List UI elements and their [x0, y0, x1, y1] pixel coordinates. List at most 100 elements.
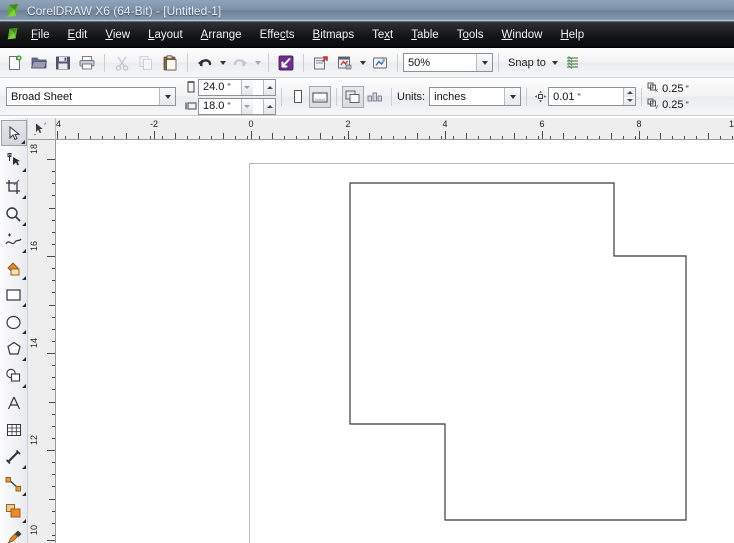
- menu-item-arrange[interactable]: Arrange: [192, 25, 251, 45]
- all-pages-icon[interactable]: [342, 85, 364, 108]
- flyout-arrow-icon[interactable]: [21, 465, 26, 469]
- duplicate-distance-y-value[interactable]: 0.25: [662, 99, 683, 111]
- ruler-label: -2: [149, 119, 159, 129]
- drawing-canvas[interactable]: [56, 140, 734, 543]
- chevron-down-icon[interactable]: [159, 88, 175, 105]
- chevron-down-icon[interactable]: [504, 88, 521, 105]
- table-tool[interactable]: [1, 417, 27, 443]
- menu-item-effects[interactable]: Effects: [251, 25, 304, 45]
- zoom-tool[interactable]: [1, 201, 27, 227]
- menu-item-help[interactable]: Help: [551, 25, 593, 45]
- menu-item-window[interactable]: Window: [493, 25, 552, 45]
- nudge-offset-stepper[interactable]: [623, 88, 636, 105]
- page-width-value[interactable]: 24.0: [203, 81, 224, 93]
- menu-item-table[interactable]: Table: [402, 25, 448, 45]
- print-button[interactable]: [75, 51, 99, 75]
- flyout-arrow-icon[interactable]: [21, 330, 26, 334]
- menu-item-view[interactable]: View: [96, 25, 139, 45]
- flyout-arrow-icon[interactable]: [21, 276, 26, 280]
- publish-dropdown-arrow[interactable]: [357, 52, 368, 74]
- menu-bar: File Edit View Layout Arrange Effects Bi…: [0, 22, 734, 48]
- horizontal-ruler[interactable]: -4-20246810: [28, 118, 734, 140]
- new-document-button[interactable]: [3, 51, 27, 75]
- flyout-arrow-icon[interactable]: [21, 492, 26, 496]
- zoom-level-combo[interactable]: 50%: [403, 53, 493, 72]
- flyout-arrow-icon[interactable]: [21, 195, 26, 199]
- page-width-stepper[interactable]: [240, 79, 253, 95]
- ellipse-tool[interactable]: [1, 309, 27, 335]
- pick-tool[interactable]: [0, 120, 27, 146]
- options-list-icon[interactable]: [561, 51, 585, 75]
- nudge-offset-value[interactable]: 0.01: [553, 91, 574, 103]
- undo-button[interactable]: [193, 51, 217, 75]
- flyout-arrow-icon[interactable]: [21, 222, 26, 226]
- import-button[interactable]: [274, 51, 298, 75]
- dimension-tool[interactable]: [1, 444, 27, 470]
- ruler-tick: [52, 486, 55, 488]
- shape-tool[interactable]: [1, 147, 27, 173]
- ruler-tick: [52, 522, 55, 524]
- undo-dropdown-arrow[interactable]: [217, 52, 228, 74]
- duplicate-distance-x-value[interactable]: 0.25: [662, 83, 683, 95]
- vertical-ruler[interactable]: 18 16 14 12 10: [28, 140, 56, 543]
- paste-button[interactable]: [158, 51, 182, 75]
- application-launcher-button[interactable]: [368, 51, 392, 75]
- flyout-arrow-icon[interactable]: [21, 357, 26, 361]
- flyout-arrow-icon[interactable]: [21, 249, 26, 253]
- landscape-orientation-icon[interactable]: [309, 85, 331, 108]
- page-width-stepper-up[interactable]: [263, 79, 275, 95]
- irregular-polygon-path[interactable]: [349, 182, 687, 521]
- ruler-origin-icon[interactable]: [28, 118, 56, 140]
- redo-dropdown-arrow[interactable]: [252, 52, 263, 74]
- snap-to-label[interactable]: Snap to: [508, 57, 546, 69]
- text-tool[interactable]: [1, 390, 27, 416]
- ruler-tick: [150, 136, 152, 139]
- coreldraw-balloon-icon[interactable]: [6, 27, 22, 43]
- current-page-icon[interactable]: [364, 86, 386, 108]
- publish-pdf-button[interactable]: [333, 51, 357, 75]
- freehand-tool[interactable]: [1, 228, 27, 254]
- ruler-tick: [683, 136, 685, 139]
- smart-fill-tool[interactable]: [1, 255, 27, 281]
- ruler-tick-major: [708, 133, 709, 139]
- page-height-stepper[interactable]: [240, 98, 253, 114]
- ruler-tick: [332, 136, 334, 139]
- rectangle-tool[interactable]: [1, 282, 27, 308]
- ruler-label: 0: [248, 119, 254, 129]
- menu-item-text[interactable]: Text: [363, 25, 402, 45]
- page-height-stepper-up[interactable]: [263, 98, 275, 114]
- ruler-tick: [210, 136, 212, 139]
- menu-item-edit[interactable]: Edit: [59, 25, 97, 45]
- chevron-down-icon[interactable]: [476, 54, 492, 71]
- menu-item-file[interactable]: File: [22, 25, 59, 45]
- page-height-value[interactable]: 18.0: [203, 100, 224, 112]
- crop-tool[interactable]: [1, 174, 27, 200]
- ruler-tick: [671, 136, 673, 139]
- flyout-arrow-icon[interactable]: [21, 519, 26, 523]
- ruler-tick: [392, 136, 394, 139]
- flyout-arrow-icon[interactable]: [20, 140, 25, 144]
- color-eyedropper-tool[interactable]: [1, 525, 27, 543]
- export-button[interactable]: [309, 51, 333, 75]
- snap-to-dropdown-arrow[interactable]: [550, 52, 561, 74]
- toolbar-separator: [187, 53, 188, 72]
- flyout-arrow-icon[interactable]: [21, 303, 26, 307]
- basic-shapes-tool[interactable]: [1, 363, 27, 389]
- ruler-tick: [307, 136, 309, 139]
- menu-item-layout[interactable]: Layout: [139, 25, 192, 45]
- portrait-orientation-icon[interactable]: [287, 86, 309, 108]
- coreldraw-application-window: CorelDRAW X6 (64-Bit) - [Untitled-1] Fil…: [0, 0, 734, 543]
- units-combo[interactable]: inches: [429, 87, 522, 106]
- ruler-tick-major: [659, 133, 661, 139]
- menu-item-bitmaps[interactable]: Bitmaps: [304, 25, 364, 45]
- flyout-arrow-icon[interactable]: [21, 384, 26, 388]
- menu-item-tools[interactable]: Tools: [448, 25, 493, 45]
- connector-tool[interactable]: [1, 471, 27, 497]
- open-document-button[interactable]: [27, 51, 51, 75]
- flyout-arrow-icon[interactable]: [21, 168, 26, 172]
- save-document-button[interactable]: [51, 51, 75, 75]
- paper-type-combo[interactable]: Broad Sheet: [6, 87, 176, 106]
- blend-tool[interactable]: [1, 498, 27, 524]
- ruler-tick: [52, 510, 55, 512]
- polygon-tool[interactable]: [1, 336, 27, 362]
